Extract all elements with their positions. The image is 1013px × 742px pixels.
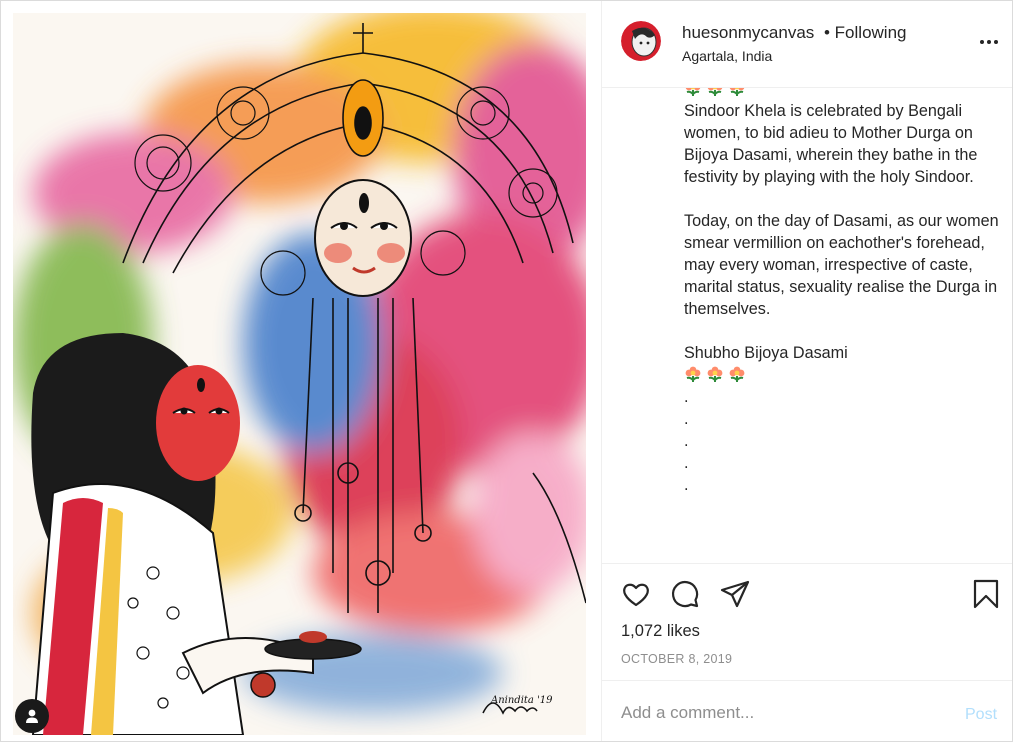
blossom-emoji [684,88,702,97]
caption-dot: . [684,388,689,406]
details-pane: huesonmycanvas • Following Agartala, Ind… [602,1,1012,741]
blossom-emoji [684,365,702,383]
blossom-emoji [706,365,724,383]
post-actions: 1,072 likes OCTOBER 8, 2019 [602,563,1012,680]
more-horizontal-icon [980,40,998,44]
heart-icon [623,583,649,607]
comment-input[interactable] [621,701,941,725]
post-date: OCTOBER 8, 2019 [621,652,733,666]
post-header: huesonmycanvas • Following Agartala, Ind… [602,1,1012,88]
painting-artwork: Anindita '19 [13,13,586,735]
more-options-button[interactable] [978,31,1000,53]
user-icon [26,709,38,723]
media-pane: Anindita '19 [1,1,602,741]
paper-plane-icon [720,580,750,608]
post-image[interactable]: Anindita '19 [13,13,586,735]
caption-scroll[interactable]: Sindoor Khela is celebrated by Bengali w… [684,88,999,496]
like-button[interactable] [620,578,652,610]
following-button[interactable]: • Following [824,23,907,43]
artist-signature: Anindita '19 [490,695,553,706]
comment-bar: Post [602,680,1012,742]
caption-paragraph: Today, on the day of Dasami, as our wome… [684,212,999,318]
likes-count[interactable]: 1,072 likes [621,622,700,641]
caption-dot: . [684,432,689,450]
username-link[interactable]: huesonmycanvas [682,23,814,43]
comment-icon [671,580,699,608]
caption-dot: . [684,476,689,494]
save-button[interactable] [970,578,1002,610]
emoji-row [684,364,999,386]
post-caption: Sindoor Khela is celebrated by Bengali w… [602,88,1012,562]
share-button[interactable] [719,578,751,610]
location-link[interactable]: Agartala, India [682,48,772,64]
caption-paragraph: Shubho Bijoya Dasami [684,344,848,362]
post-dialog: Anindita '19 huesonmycanvas • Following … [0,0,1013,742]
caption-dot: . [684,454,689,472]
tagged-users-button[interactable] [15,699,49,733]
comment-button[interactable] [669,578,701,610]
caption-paragraph: Sindoor Khela is celebrated by Bengali w… [684,102,978,186]
blossom-emoji [728,88,746,97]
blossom-emoji [706,88,724,97]
caption-dot: . [684,410,689,428]
emoji-row [684,88,999,100]
post-comment-button[interactable]: Post [965,706,997,724]
bookmark-icon [973,579,999,609]
blossom-emoji [728,365,746,383]
avatar[interactable] [621,21,661,61]
